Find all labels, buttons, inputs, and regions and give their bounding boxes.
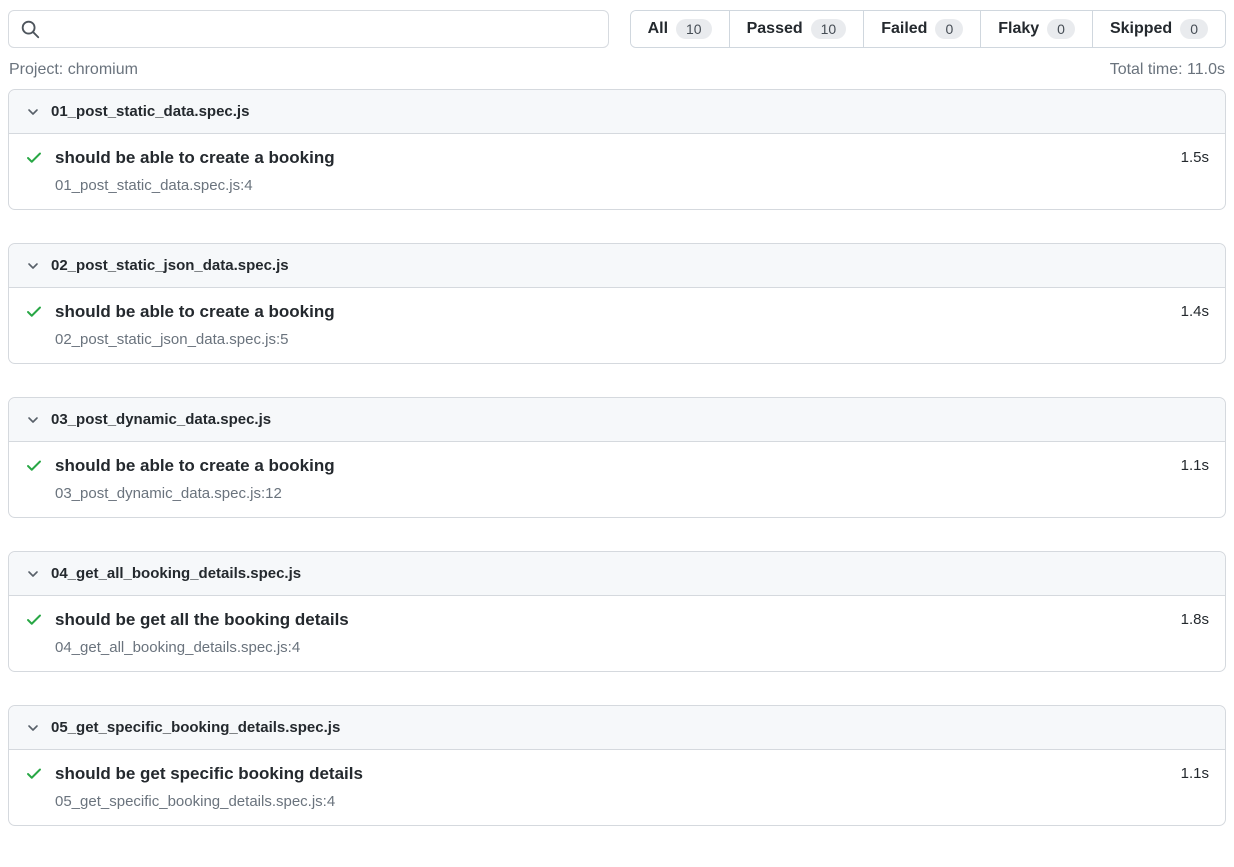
test-duration: 1.1s (1181, 454, 1209, 478)
file-name: 01_post_static_data.spec.js (51, 103, 249, 120)
tab-skipped[interactable]: Skipped 0 (1092, 11, 1225, 47)
test-duration: 1.4s (1181, 300, 1209, 324)
chevron-down-icon (25, 104, 41, 120)
tab-flaky-count-badge: 0 (1047, 19, 1075, 39)
file-name: 05_get_specific_booking_details.spec.js (51, 719, 340, 736)
test-result-row[interactable]: should be able to create a booking 1.4s … (9, 288, 1225, 363)
total-time-label: Total time: 11.0s (1110, 61, 1225, 79)
filter-tab-group: All 10 Passed 10 Failed 0 Flaky 0 Skippe… (630, 10, 1226, 48)
test-result-row[interactable]: should be able to create a booking 1.1s … (9, 442, 1225, 517)
test-main-line: should be able to create a booking 1.1s (25, 454, 1209, 478)
search-container (8, 10, 609, 48)
test-main-line: should be get all the booking details 1.… (25, 608, 1209, 632)
passed-check-icon (25, 149, 43, 167)
tab-skipped-label: Skipped (1110, 20, 1172, 38)
test-title: should be able to create a booking (55, 146, 1169, 170)
tab-all[interactable]: All 10 (631, 11, 729, 47)
tab-all-label: All (648, 20, 668, 38)
test-title: should be get all the booking details (55, 608, 1169, 632)
test-duration: 1.1s (1181, 762, 1209, 786)
search-input[interactable] (8, 10, 609, 48)
passed-check-icon (25, 303, 43, 321)
test-duration: 1.5s (1181, 146, 1209, 170)
file-group-header[interactable]: 02_post_static_json_data.spec.js (9, 244, 1225, 288)
file-name: 04_get_all_booking_details.spec.js (51, 565, 301, 582)
report-page: All 10 Passed 10 Failed 0 Flaky 0 Skippe… (0, 0, 1234, 867)
test-location-link[interactable]: 01_post_static_data.spec.js:4 (55, 176, 253, 196)
file-name: 02_post_static_json_data.spec.js (51, 257, 289, 274)
tab-passed-label: Passed (747, 20, 803, 38)
test-title: should be get specific booking details (55, 762, 1169, 786)
test-file-group: 02_post_static_json_data.spec.js should … (8, 243, 1226, 364)
test-main-line: should be get specific booking details 1… (25, 762, 1209, 786)
test-main-line: should be able to create a booking 1.5s (25, 146, 1209, 170)
tab-failed-label: Failed (881, 20, 927, 38)
top-bar: All 10 Passed 10 Failed 0 Flaky 0 Skippe… (8, 10, 1226, 48)
tab-all-count-badge: 10 (676, 19, 712, 39)
file-group-header[interactable]: 05_get_specific_booking_details.spec.js (9, 706, 1225, 750)
tab-failed-count-badge: 0 (935, 19, 963, 39)
sub-header: Project: chromium Total time: 11.0s (8, 61, 1226, 79)
test-title: should be able to create a booking (55, 300, 1169, 324)
chevron-down-icon (25, 566, 41, 582)
tab-passed-count-badge: 10 (811, 19, 847, 39)
tab-skipped-count-badge: 0 (1180, 19, 1208, 39)
passed-check-icon (25, 765, 43, 783)
file-group-header[interactable]: 04_get_all_booking_details.spec.js (9, 552, 1225, 596)
test-location-link[interactable]: 05_get_specific_booking_details.spec.js:… (55, 792, 335, 812)
project-label: Project: chromium (9, 61, 138, 79)
file-group-header[interactable]: 03_post_dynamic_data.spec.js (9, 398, 1225, 442)
tab-flaky[interactable]: Flaky 0 (980, 11, 1092, 47)
tab-passed[interactable]: Passed 10 (729, 11, 864, 47)
test-file-group: 04_get_all_booking_details.spec.js shoul… (8, 551, 1226, 672)
test-location-link[interactable]: 02_post_static_json_data.spec.js:5 (55, 330, 289, 350)
chevron-down-icon (25, 412, 41, 428)
passed-check-icon (25, 457, 43, 475)
test-duration: 1.8s (1181, 608, 1209, 632)
test-location-link[interactable]: 03_post_dynamic_data.spec.js:12 (55, 484, 282, 504)
test-file-group: 03_post_dynamic_data.spec.js should be a… (8, 397, 1226, 518)
test-file-group: 01_post_static_data.spec.js should be ab… (8, 89, 1226, 210)
passed-check-icon (25, 611, 43, 629)
chevron-down-icon (25, 258, 41, 274)
test-file-group: 05_get_specific_booking_details.spec.js … (8, 705, 1226, 826)
tab-flaky-label: Flaky (998, 20, 1039, 38)
test-result-row[interactable]: should be able to create a booking 1.5s … (9, 134, 1225, 209)
file-name: 03_post_dynamic_data.spec.js (51, 411, 271, 428)
tab-failed[interactable]: Failed 0 (863, 11, 980, 47)
test-title: should be able to create a booking (55, 454, 1169, 478)
chevron-down-icon (25, 720, 41, 736)
file-group-header[interactable]: 01_post_static_data.spec.js (9, 90, 1225, 134)
test-result-row[interactable]: should be get specific booking details 1… (9, 750, 1225, 825)
test-location-link[interactable]: 04_get_all_booking_details.spec.js:4 (55, 638, 300, 658)
test-result-row[interactable]: should be get all the booking details 1.… (9, 596, 1225, 671)
test-main-line: should be able to create a booking 1.4s (25, 300, 1209, 324)
